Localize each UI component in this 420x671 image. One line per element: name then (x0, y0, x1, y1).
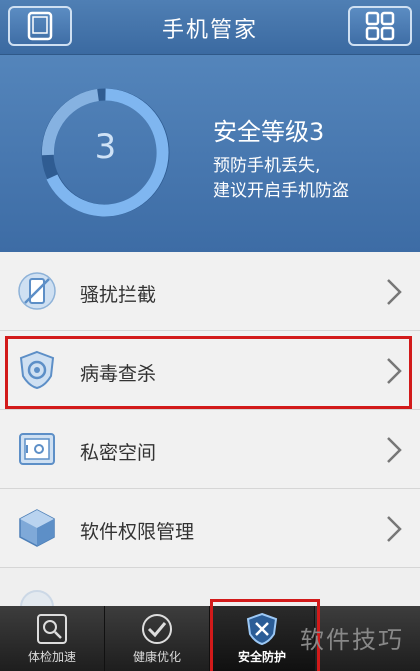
feature-list: 骚扰拦截 病毒查杀 私密空间 软件权限管理 (0, 252, 420, 624)
tab-label: 健康优化 (132, 650, 181, 664)
list-item-label: 软件权限管理 (80, 521, 195, 543)
list-item-label: 私密空间 (80, 442, 157, 464)
list-item-app-permissions[interactable]: 软件权限管理 (0, 489, 420, 568)
cube-icon (19, 509, 55, 547)
tab-label: 体检加速 (27, 650, 76, 664)
list-item-private-space[interactable]: 私密空间 (0, 410, 420, 489)
security-advice-line2: 建议开启手机防盗 (213, 181, 349, 201)
highlight-box-virus-scan (5, 336, 412, 409)
tab-checkup[interactable]: 体检加速 (0, 606, 105, 671)
chevron-right-icon (387, 516, 402, 542)
chevron-right-icon (387, 279, 402, 305)
magnifier-icon (37, 614, 67, 644)
chevron-right-icon (387, 437, 402, 463)
security-level-title: 安全等级3 (213, 118, 325, 146)
security-advice-line1: 预防手机丢失, (213, 156, 321, 176)
security-summary: 3 安全等级3 预防手机丢失, 建议开启手机防盗 (0, 55, 420, 252)
menu-grid-button[interactable] (348, 6, 412, 46)
grid-icon (365, 11, 395, 41)
check-circle-icon (142, 614, 172, 644)
safe-icon (19, 433, 55, 465)
tab-optimize[interactable]: 健康优化 (105, 606, 210, 671)
watermark: 软件技巧 (300, 626, 404, 654)
app-header: 手机管家 (0, 0, 420, 55)
list-item-harassment-block[interactable]: 骚扰拦截 (0, 252, 420, 331)
phone-block-icon (18, 272, 56, 310)
security-level-number: 3 (94, 127, 117, 167)
list-item-label: 骚扰拦截 (80, 284, 157, 306)
